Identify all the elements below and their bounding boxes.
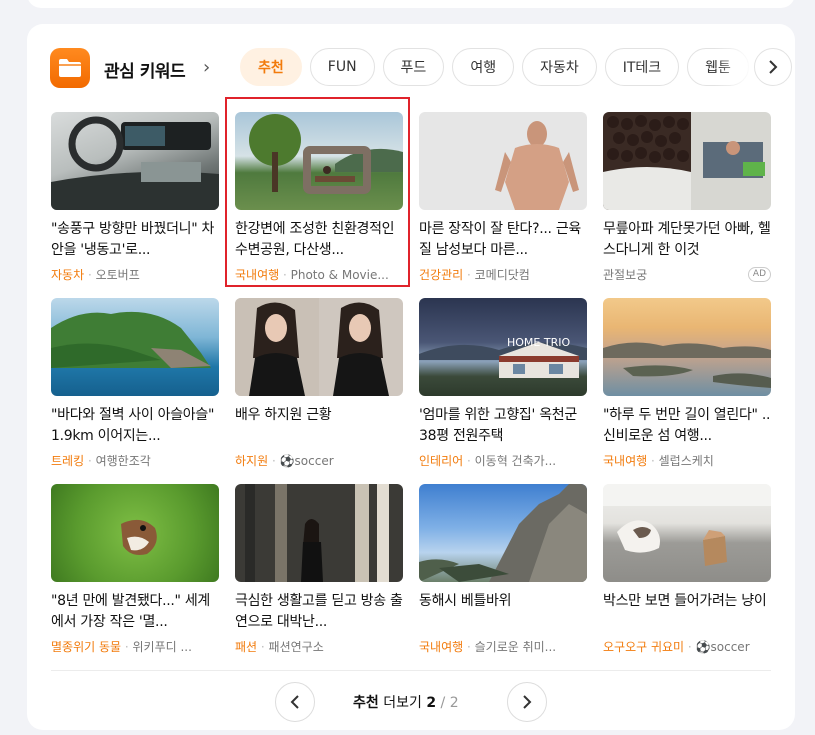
item-category[interactable]: 하지원 [235,454,268,468]
chevron-left-icon [290,695,299,709]
item-meta: 국내여행 · 슬기로운 취미... [419,640,557,654]
item-source[interactable]: 패션연구소 [269,640,324,654]
item-category[interactable]: 패션 [235,640,257,654]
pager-more: 더보기 [383,695,422,711]
beans-gym-thumbnail[interactable] [603,112,771,210]
pager-section: 추천 [353,695,379,711]
item-meta: 멸종위기 동물 · 위키푸디 ... [51,640,192,654]
divider [51,670,771,671]
tab-fun[interactable]: FUN [309,48,375,86]
item-source[interactable]: 위키푸디 ... [133,640,192,654]
item-category[interactable]: 국내여행 [419,640,463,654]
item-meta: 오구오구 귀요미 · ⚽soccer [603,640,750,654]
item-title[interactable]: 극심한 생활고를 딛고 방송 출연으로 대박난... [235,591,403,633]
prev-page-button[interactable] [275,682,315,722]
woman-corridor-thumbnail[interactable] [235,484,403,582]
selection-highlight [225,97,410,287]
soccer-icon: ⚽ [279,454,295,468]
item-source[interactable]: 이동혁 건축가... [475,454,557,468]
chevron-right-icon [769,60,778,74]
item-meta: 인테리어 · 이동혁 건축가... [419,454,557,468]
chevron-right-icon[interactable]: › [203,57,210,78]
actress-thumbnail[interactable] [235,298,403,396]
pager-total: 2 [449,695,459,711]
item-category[interactable]: 오구오구 귀요미 [603,640,684,654]
list-item[interactable]: 무릎아파 계단못가던 아빠, 헬스다니게 한 이것 관절보궁 AD [603,112,771,282]
item-category[interactable]: 트레킹 [51,454,84,468]
item-source[interactable]: 여행한조각 [96,454,151,468]
list-item[interactable]: 배우 하지원 근황 하지원 · ⚽soccer [235,298,403,468]
list-item[interactable]: "하루 두 번만 길이 열린다" .. 신비로운 섬 여행... 국내여행 · … [603,298,771,468]
list-item[interactable]: 동해시 베틀바위 국내여행 · 슬기로운 취미... [419,484,587,654]
item-category[interactable]: 자동차 [51,268,84,282]
item-meta: 트레킹 · 여행한조각 [51,454,151,468]
tab-it-tech[interactable]: IT테크 [604,48,680,86]
item-source[interactable]: 코메디닷컴 [475,268,530,282]
item-category[interactable]: 멸종위기 동물 [51,640,121,654]
tabs-fade [714,48,754,86]
car-interior-thumbnail[interactable] [51,112,219,210]
item-source[interactable]: 오토버프 [96,268,140,282]
item-category[interactable]: 건강관리 [419,268,463,282]
list-item[interactable]: HOME TRIO '엄마를 위한 고향집' 옥천군 38평 전원주택 인테리어… [419,298,587,468]
item-category[interactable]: 국내여행 [603,454,647,468]
ad-badge: AD [747,267,771,282]
pager-separator: / [440,695,446,711]
item-category[interactable]: 인테리어 [419,454,463,468]
pager-current: 2 [426,695,437,711]
pager-label[interactable]: 추천 더보기 2 / 2 [353,692,459,712]
list-item[interactable]: 마른 장작이 잘 탄다?... 근육질 남성보다 마른... 건강관리 · 코메… [419,112,587,282]
item-source[interactable]: 셀럽스케치 [659,454,714,468]
list-item[interactable]: "바다와 절벽 사이 아슬아슬" 1.9km 이어지는... 트레킹 · 여행한… [51,298,219,468]
tabs-next-button[interactable] [754,48,792,86]
keyword-card: 관심 키워드 › 추천 FUN 푸드 여행 자동차 IT테크 웹툰 [27,24,795,730]
item-source[interactable]: soccer [295,454,334,468]
weasel-grass-thumbnail[interactable] [51,484,219,582]
next-page-button[interactable] [507,682,547,722]
list-item[interactable]: 극심한 생활고를 딛고 방송 출연으로 대박난... 패션 · 패션연구소 [235,484,403,654]
item-title[interactable]: 무릎아파 계단못가던 아빠, 헬스다니게 한 이것 [603,219,771,261]
folder-icon [50,48,90,88]
item-title[interactable]: 배우 하지원 근황 [235,405,403,447]
tab-travel[interactable]: 여행 [452,48,515,86]
chevron-right-icon [523,695,532,709]
pagination: 추천 더보기 2 / 2 [27,682,795,722]
item-source[interactable]: 관절보궁 [603,268,647,282]
rock-peak-thumbnail[interactable] [419,484,587,582]
previous-card-edge [27,0,795,8]
item-meta: 자동차 · 오토버프 [51,268,140,282]
country-house-thumbnail[interactable]: HOME TRIO [419,298,587,396]
item-title[interactable]: "8년 만에 발견됐다..." 세계에서 가장 작은 '멸... [51,591,219,633]
cat-box-thumbnail[interactable] [603,484,771,582]
item-title[interactable]: '엄마를 위한 고향집' 옥천군 38평 전원주택 [419,405,587,447]
tab-recommend[interactable]: 추천 [240,48,302,86]
list-item[interactable]: "8년 만에 발견됐다..." 세계에서 가장 작은 '멸... 멸종위기 동물… [51,484,219,654]
list-item[interactable]: 박스만 보면 들어가려는 냥이 오구오구 귀요미 · ⚽soccer [603,484,771,654]
list-item[interactable]: "송풍구 방향만 바꿨더니" 차 안을 '냉동고'로... 자동차 · 오토버프 [51,112,219,282]
sea-island-thumbnail[interactable] [603,298,771,396]
item-meta: 하지원 · ⚽soccer [235,454,334,468]
item-meta: 국내여행 · 셀럽스케치 [603,454,714,468]
tab-car[interactable]: 자동차 [522,48,597,86]
item-meta: 관절보궁 AD [603,266,771,282]
item-source[interactable]: 슬기로운 취미... [475,640,557,654]
item-source[interactable]: soccer [711,640,750,654]
item-title[interactable]: "송풍구 방향만 바꿨더니" 차 안을 '냉동고'로... [51,219,219,261]
item-title[interactable]: "바다와 절벽 사이 아슬아슬" 1.9km 이어지는... [51,405,219,447]
keyword-header: 관심 키워드 › 추천 FUN 푸드 여행 자동차 IT테크 웹툰 [50,48,795,88]
item-title[interactable]: "하루 두 번만 길이 열린다" .. 신비로운 섬 여행... [603,405,771,447]
man-back-thumbnail[interactable] [419,112,587,210]
keyword-title[interactable]: 관심 키워드 [104,57,186,82]
soccer-icon: ⚽ [695,640,711,654]
item-title[interactable]: 동해시 베틀바위 [419,591,587,633]
cliff-island-thumbnail[interactable] [51,298,219,396]
thumb-watermark: HOME TRIO [507,336,570,349]
tab-food[interactable]: 푸드 [382,48,445,86]
item-meta: 건강관리 · 코메디닷컴 [419,268,530,282]
item-meta: 패션 · 패션연구소 [235,640,324,654]
item-title[interactable]: 박스만 보면 들어가려는 냥이 [603,591,771,633]
item-title[interactable]: 마른 장작이 잘 탄다?... 근육질 남성보다 마른... [419,219,587,261]
keyword-tabs: 추천 FUN 푸드 여행 자동차 IT테크 웹툰 [240,48,749,86]
